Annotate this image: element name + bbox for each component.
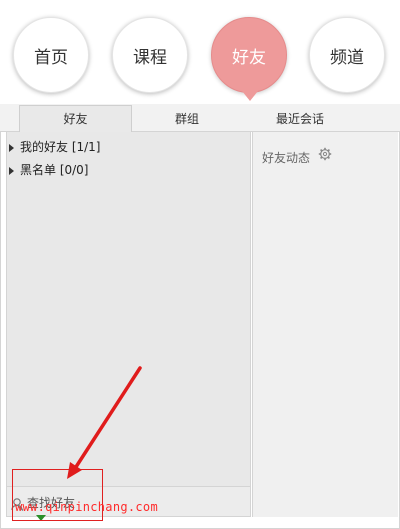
expand-caret-icon: [9, 143, 14, 152]
tab-friends-label: 好友: [63, 112, 88, 126]
nav-courses-label: 课程: [133, 47, 167, 68]
tab-friends[interactable]: 好友: [19, 105, 132, 133]
tab-groups[interactable]: 群组: [132, 106, 242, 132]
friend-group-label: 我的好友 [1/1]: [20, 140, 101, 154]
tab-bar: 好友 群组 最近会话: [0, 104, 400, 133]
tab-groups-label: 群组: [174, 112, 199, 126]
gear-icon[interactable]: [318, 147, 332, 161]
nav-home-button[interactable]: 首页: [13, 17, 89, 93]
friend-feed-panel: 好友动态: [252, 132, 398, 517]
nav-channels-button[interactable]: 频道: [309, 17, 385, 93]
expand-caret-icon: [9, 166, 14, 175]
nav-courses-button[interactable]: 课程: [112, 17, 188, 93]
friend-group-label: 黑名单 [0/0]: [20, 163, 89, 177]
nav-friends-label: 好友: [232, 47, 266, 68]
tab-recent-chats[interactable]: 最近会话: [255, 106, 345, 132]
top-nav: 首页 课程 好友 频道: [0, 0, 400, 104]
nav-channels-label: 频道: [330, 47, 364, 68]
friend-feed-label: 好友动态: [262, 151, 311, 165]
friend-group-blacklist[interactable]: 黑名单 [0/0]: [7, 160, 247, 180]
watermark: www.qinpinchang.com: [15, 500, 158, 514]
nav-home-label: 首页: [34, 47, 68, 68]
tab-recent-chats-label: 最近会话: [275, 112, 324, 126]
nav-friends-button[interactable]: 好友: [211, 17, 287, 101]
friends-list-panel: 我的好友 [1/1] 黑名单 [0/0]: [6, 132, 251, 486]
friend-group-my-friends[interactable]: 我的好友 [1/1]: [7, 137, 247, 157]
